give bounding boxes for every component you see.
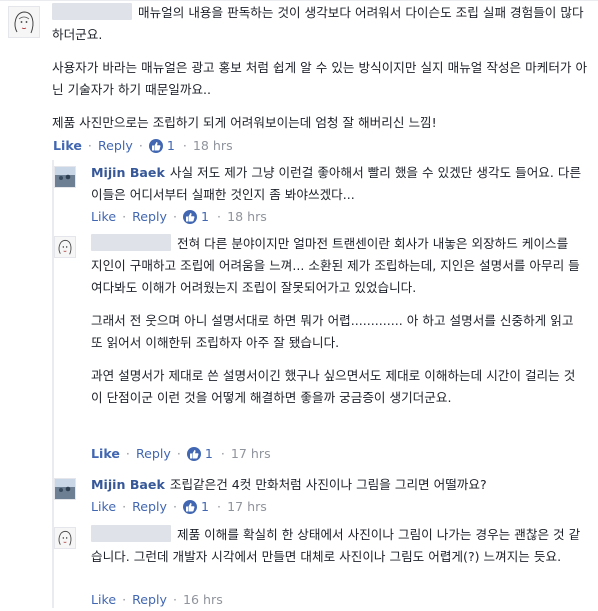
author-name-redacted[interactable] (52, 3, 132, 20)
author-name-redacted[interactable] (91, 525, 171, 542)
like-button[interactable]: Like (91, 446, 120, 461)
comment-paragraph: 과연 설명서가 제대로 쓴 설명서이긴 했구나 싶으면서도 제대로 이해하는데 … (91, 368, 576, 405)
like-count[interactable]: 1 (201, 499, 209, 514)
profile-photo-icon (55, 167, 75, 187)
separator-dot: · (125, 446, 130, 461)
like-button[interactable]: Like (53, 138, 82, 153)
separator-dot: · (138, 138, 143, 153)
comment-body: Mijin Baek 사실 저도 제가 그냥 이런걸 좋아해서 빨리 했을 수 있… (91, 162, 591, 206)
comment-body: 전혀 다른 분야이지만 얼마전 트랜센이란 회사가 내놓은 외장하드 케이스를 … (91, 233, 581, 409)
separator-dot: · (173, 592, 178, 607)
comment-actions: Like · Reply · 1 · 18 hrs (53, 138, 233, 153)
avatar-sketch-woman[interactable] (54, 236, 76, 258)
timestamp[interactable]: 18 hrs (193, 138, 233, 153)
timestamp[interactable]: 17 hrs (231, 446, 271, 461)
author-name[interactable]: Mijin Baek (91, 165, 165, 180)
separator-dot: · (87, 138, 92, 153)
profile-photo-icon (55, 479, 75, 499)
avatar-mijin-baek[interactable] (54, 166, 76, 188)
author-name[interactable]: Mijin Baek (91, 477, 165, 492)
comment-paragraph: 매뉴얼의 내용을 판독하는 것이 생각보다 어려워서 다이슨도 조립 실패 경험… (52, 2, 592, 46)
avatar-sketch-woman[interactable] (8, 6, 40, 38)
like-button[interactable]: Like (91, 209, 116, 224)
separator-dot: · (173, 499, 178, 514)
comment-actions: Like · Reply · 16 hrs (91, 592, 223, 607)
comment-actions: Like · Reply · 1 · 17 hrs (91, 499, 267, 514)
separator-dot: · (217, 499, 222, 514)
thumbs-up-icon[interactable] (148, 138, 163, 153)
separator-dot: · (173, 209, 178, 224)
comment-paragraph: Mijin Baek 조립같은건 4컷 만화처럼 사진이나 그림을 그리면 어떨까… (91, 474, 591, 496)
timestamp[interactable]: 17 hrs (227, 499, 267, 514)
reply-button[interactable]: Reply (132, 592, 167, 607)
like-count[interactable]: 1 (205, 446, 213, 461)
like-count[interactable]: 1 (167, 138, 175, 153)
comment-paragraph: 제품 사진만으로는 조립하기 되게 어려워보이는데 엄청 잘 해버리신 느낌! (52, 115, 437, 130)
author-name-redacted[interactable] (91, 234, 171, 251)
thumbs-up-icon[interactable] (183, 209, 198, 224)
reply-button[interactable]: Reply (132, 209, 167, 224)
comment-text: 조립같은건 4컷 만화처럼 사진이나 그림을 그리면 어떨까요? (169, 477, 487, 492)
thumbs-up-icon[interactable] (183, 499, 198, 514)
reply-button[interactable]: Reply (136, 446, 171, 461)
separator-dot: · (122, 592, 127, 607)
separator-dot: · (220, 446, 225, 461)
timestamp[interactable]: 18 hrs (227, 209, 267, 224)
timestamp[interactable]: 16 hrs (183, 592, 223, 607)
avatar-sketch-woman[interactable] (54, 527, 76, 549)
sketch-face-icon (14, 11, 34, 34)
comment-paragraph: 사용자가 바라는 매뉴얼은 광고 홍보 처럼 쉽게 알 수 있는 방식이지만 실… (52, 60, 588, 97)
divider (0, 0, 598, 1)
like-button[interactable]: Like (91, 499, 116, 514)
comment-body: Mijin Baek 조립같은건 4컷 만화처럼 사진이나 그림을 그리면 어떨까… (91, 474, 591, 496)
separator-dot: · (122, 499, 127, 514)
reply-button[interactable]: Reply (98, 138, 133, 153)
comment-paragraph: 전혀 다른 분야이지만 얼마전 트랜센이란 회사가 내놓은 외장하드 케이스를 … (91, 233, 581, 299)
comment-body: 매뉴얼의 내용을 판독하는 것이 생각보다 어려워서 다이슨도 조립 실패 경험… (52, 2, 592, 134)
separator-dot: · (176, 446, 181, 461)
comment-paragraph: 그래서 전 웃으며 아니 설명서대로 하면 뭐가 어렵.............… (91, 313, 574, 350)
separator-dot: · (122, 209, 127, 224)
like-count[interactable]: 1 (201, 209, 209, 224)
like-button[interactable]: Like (91, 592, 116, 607)
comment-actions: Like · Reply · 1 · 18 hrs (91, 209, 267, 224)
comment-actions: Like · Reply · 1 · 17 hrs (91, 446, 271, 461)
comment-body: 제품 이해를 확실히 한 상태에서 사진이나 그림이 나가는 경우는 괜찮은 것… (91, 524, 581, 568)
sketch-face-icon (58, 530, 72, 546)
thumbs-up-icon[interactable] (186, 446, 201, 461)
avatar-mijin-baek[interactable] (54, 478, 76, 500)
reply-button[interactable]: Reply (132, 499, 167, 514)
comment-paragraph: Mijin Baek 사실 저도 제가 그냥 이런걸 좋아해서 빨리 했을 수 있… (91, 162, 591, 206)
sketch-face-icon (58, 239, 72, 255)
separator-dot: · (217, 209, 222, 224)
comment-paragraph: 제품 이해를 확실히 한 상태에서 사진이나 그림이 나가는 경우는 괜찮은 것… (91, 524, 581, 568)
separator-dot: · (182, 138, 187, 153)
